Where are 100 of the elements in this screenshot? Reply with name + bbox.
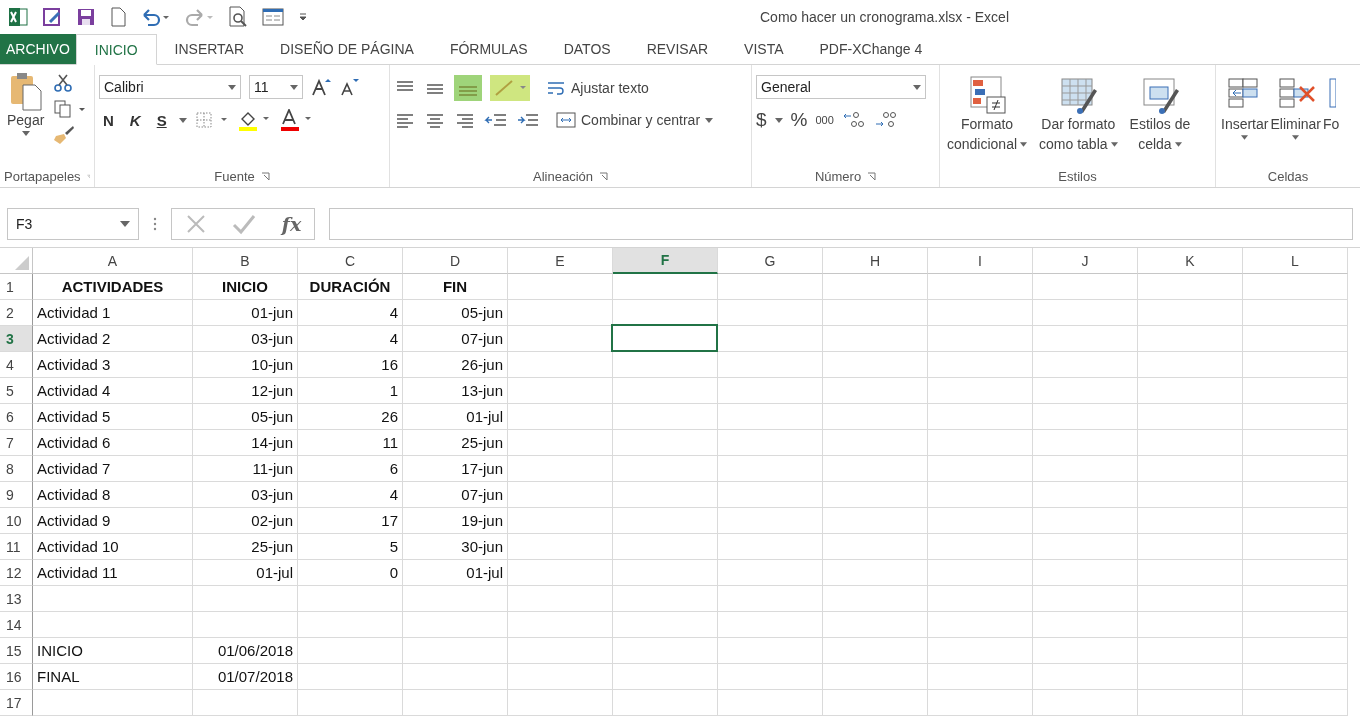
ribbon-tab[interactable]: PDF-XChange 4 — [801, 34, 941, 64]
undo-icon[interactable] — [140, 7, 170, 27]
caret-icon — [913, 84, 921, 90]
dialog-launcher-icon[interactable] — [260, 171, 270, 181]
format-as-table-button[interactable]: Dar formato como tabla — [1036, 69, 1121, 165]
table-cell: FINAL — [33, 664, 193, 690]
caret-icon — [1241, 134, 1249, 140]
column-header[interactable]: A — [33, 248, 193, 274]
delete-cells-button[interactable]: Eliminar — [1269, 69, 1323, 165]
column-header[interactable]: G — [718, 248, 823, 274]
dialog-launcher-icon[interactable] — [867, 171, 877, 181]
ribbon-tab[interactable]: INSERTAR — [156, 34, 263, 64]
column-header[interactable]: F — [613, 248, 718, 274]
ribbon-tab[interactable]: INICIO — [75, 34, 157, 65]
font-color-icon[interactable] — [278, 109, 313, 131]
name-box[interactable]: F3 — [7, 207, 139, 240]
cell-styles-button[interactable]: Estilos de celda — [1126, 69, 1194, 165]
column-header[interactable]: B — [193, 248, 298, 274]
column-header[interactable]: K — [1138, 248, 1243, 274]
customize-toolbar-icon[interactable] — [298, 11, 308, 23]
column-title: ACTIVIDADES — [33, 274, 193, 300]
shrink-font-icon[interactable] — [339, 77, 359, 97]
insert-cells-button[interactable]: Insertar — [1220, 69, 1270, 165]
currency-button[interactable]: $ — [756, 109, 767, 131]
ribbon-tab[interactable]: DISEÑO DE PÁGINA — [262, 34, 432, 64]
caret-icon — [1174, 141, 1182, 147]
row-header[interactable]: 7 — [0, 430, 33, 456]
table-cell: 6 — [298, 456, 403, 482]
save-icon[interactable] — [76, 7, 96, 27]
table-cell: 30-jun — [403, 534, 508, 560]
underline-button[interactable]: S — [152, 111, 171, 129]
column-header[interactable]: C — [298, 248, 403, 274]
number-format-field[interactable]: General — [756, 75, 926, 99]
formula-field[interactable] — [329, 207, 1353, 240]
brush-icon[interactable] — [53, 125, 76, 145]
copy-icon[interactable] — [53, 99, 88, 119]
form-icon[interactable] — [262, 8, 284, 26]
row-header[interactable]: 5 — [0, 378, 33, 404]
row-header[interactable]: 17 — [0, 690, 33, 716]
decrease-decimal-icon[interactable] — [873, 110, 898, 130]
ribbon-tab[interactable]: DATOS — [545, 34, 629, 64]
table-cell: 16 — [298, 352, 403, 378]
column-header[interactable]: J — [1033, 248, 1138, 274]
font-size-field[interactable]: 11 — [249, 75, 303, 99]
grow-font-icon[interactable] — [311, 77, 331, 97]
align-left-icon[interactable] — [394, 111, 416, 129]
table-cell: 25-jun — [403, 430, 508, 456]
print-preview-icon[interactable] — [228, 6, 248, 28]
percent-button[interactable]: % — [790, 109, 808, 131]
thousands-button[interactable]: 000 — [815, 114, 834, 126]
increase-decimal-icon[interactable] — [841, 110, 866, 130]
format-cells-button[interactable]: Fo — [1322, 69, 1341, 165]
row-header[interactable]: 13 — [0, 586, 33, 612]
scissors-icon[interactable] — [53, 73, 74, 93]
more-options-icon[interactable] — [153, 216, 157, 231]
table-brush-icon — [1058, 75, 1099, 115]
table-cell: 25-jun — [193, 534, 298, 560]
redo-icon[interactable] — [184, 7, 214, 27]
row-header[interactable]: 16 — [0, 664, 33, 690]
conditional-format-button[interactable]: Formato condicional — [944, 69, 1031, 165]
row-header[interactable]: 1 — [0, 274, 33, 300]
dialog-launcher-icon[interactable] — [599, 171, 608, 181]
column-header[interactable]: H — [823, 248, 928, 274]
ribbon-tab[interactable]: REVISAR — [628, 34, 727, 64]
row-header[interactable]: 3 — [0, 326, 33, 352]
align-center-icon[interactable] — [424, 111, 446, 129]
column-header[interactable]: D — [403, 248, 508, 274]
check-icon[interactable] — [232, 212, 257, 235]
paste-button[interactable]: Pegar — [4, 69, 48, 165]
row-header[interactable]: 12 — [0, 560, 33, 586]
merge-center-button[interactable]: Combinar y centrar — [556, 112, 714, 128]
column-header[interactable]: I — [928, 248, 1033, 274]
table-cell: Actividad 3 — [33, 352, 193, 378]
increase-indent-icon[interactable] — [516, 111, 540, 129]
caret-icon[interactable] — [178, 117, 187, 123]
table-cell: 19-jun — [403, 508, 508, 534]
row-header[interactable]: 14 — [0, 612, 33, 638]
row-header[interactable]: 8 — [0, 456, 33, 482]
row-header[interactable]: 11 — [0, 534, 33, 560]
ribbon-tab[interactable]: FÓRMULAS — [431, 34, 546, 64]
decrease-indent-icon[interactable] — [484, 111, 508, 129]
row-header[interactable]: 10 — [0, 508, 33, 534]
table-cell: 10-jun — [193, 352, 298, 378]
align-right-icon[interactable] — [454, 111, 476, 129]
wrap-text-button[interactable]: Ajustar texto — [546, 80, 649, 96]
insert-function-button[interactable]: fx — [281, 212, 302, 235]
ribbon-tab[interactable]: VISTA — [726, 34, 802, 64]
row-header[interactable]: 15 — [0, 638, 33, 664]
file-tab[interactable]: ARCHIVO — [0, 34, 76, 64]
caret-icon[interactable] — [774, 117, 783, 123]
column-header[interactable]: L — [1243, 248, 1348, 274]
triangle-icon — [15, 256, 29, 270]
bold-button[interactable]: N — [99, 111, 118, 129]
table-cell: 02-jun — [193, 508, 298, 534]
new-document-icon[interactable] — [110, 7, 126, 27]
row-header[interactable]: 4 — [0, 352, 33, 378]
row-header[interactable]: 6 — [0, 404, 33, 430]
font-name-field[interactable]: Calibri — [99, 75, 241, 99]
row-header[interactable]: 9 — [0, 482, 33, 508]
italic-button[interactable]: K — [125, 111, 145, 129]
